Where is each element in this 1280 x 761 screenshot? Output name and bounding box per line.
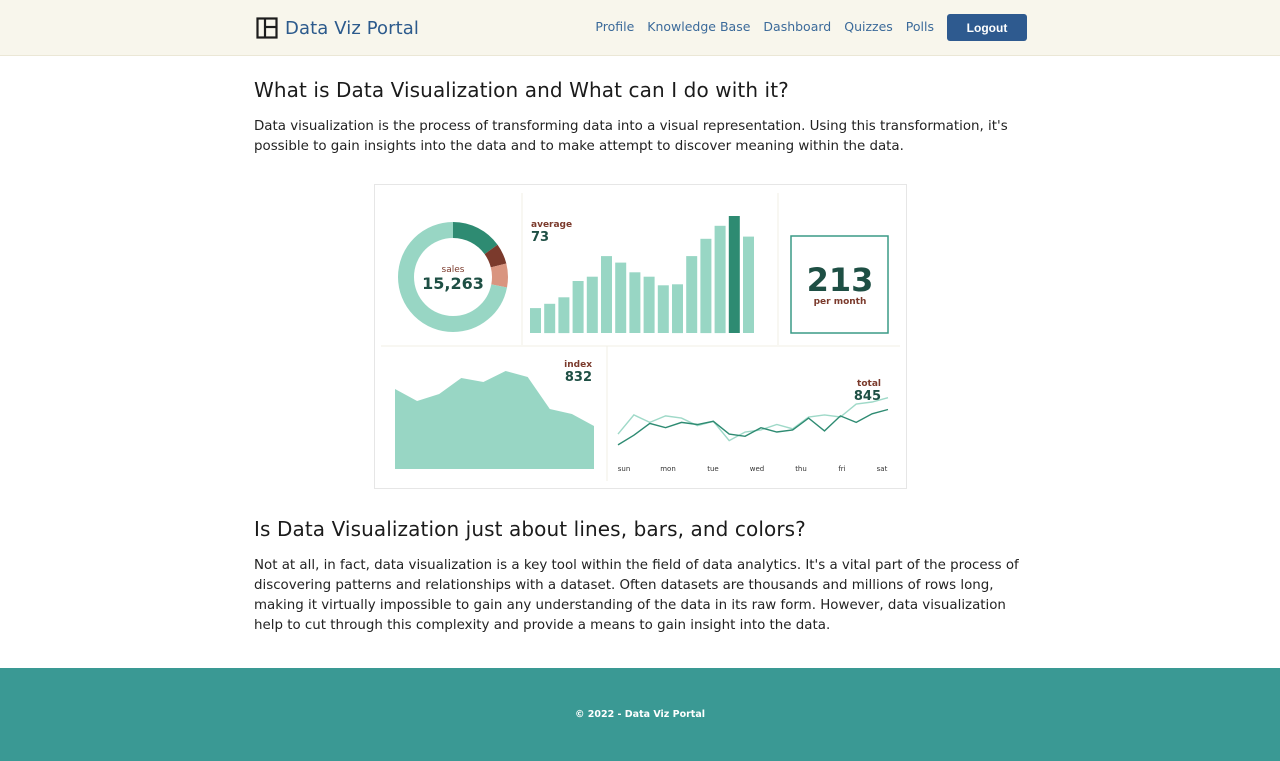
bar (714, 225, 726, 334)
day-label: fri (838, 465, 845, 473)
day-label: thu (795, 465, 807, 473)
footer-copyright: © 2022 - Data Viz Portal (574, 709, 706, 720)
brand-title: Data Viz Portal (285, 17, 420, 39)
bar (558, 297, 570, 334)
area-value: 832 (565, 370, 592, 385)
bar (686, 256, 698, 333)
bar (586, 276, 598, 333)
bar (700, 238, 712, 334)
lines-value: 845 (854, 389, 881, 404)
bar (544, 303, 556, 334)
nav-link-knowledge-base[interactable]: Knowledge Base (647, 19, 750, 34)
bar (728, 216, 740, 333)
section-2-body: Not at all, in fact, data visualization … (254, 558, 1019, 633)
bar (615, 262, 627, 333)
bars-value: 73 (531, 230, 549, 245)
bar (643, 276, 655, 333)
day-label: sat (877, 465, 888, 473)
nav-links: Profile Knowledge Base Dashboard Quizzes… (582, 19, 934, 34)
area-fill (395, 371, 594, 469)
bar (601, 256, 612, 333)
brand-link[interactable]: Data Viz Portal (256, 16, 419, 40)
bar (657, 285, 669, 333)
section-1-heading: What is Data Visualization and What can … (254, 78, 789, 102)
area-chart (395, 371, 594, 469)
dashboard-illustration: sales 15,263 average 73 213 per month in… (374, 184, 907, 489)
nav-link-dashboard[interactable]: Dashboard (763, 19, 831, 34)
footer: © 2022 - Data Viz Portal (0, 668, 1280, 761)
day-label: sun (618, 465, 631, 473)
section-1-body: Data visualization is the process of tra… (254, 119, 1008, 154)
kpi-caption: per month (814, 297, 867, 307)
area-label: index (564, 360, 592, 370)
top-navbar: Data Viz Portal Profile Knowledge Base D… (0, 0, 1280, 56)
day-label: wed (750, 465, 764, 473)
logout-button[interactable]: Logout (947, 14, 1027, 41)
bar (629, 272, 641, 333)
line-chart (617, 397, 889, 446)
layout-grid-icon (256, 17, 278, 39)
kpi-value: 213 (807, 261, 874, 299)
day-label: mon (660, 465, 676, 473)
nav-link-polls[interactable]: Polls (906, 19, 934, 34)
bar (572, 281, 584, 333)
bar (743, 236, 754, 333)
donut-value: 15,263 (422, 274, 484, 293)
bar-chart (530, 216, 754, 334)
nav-link-profile[interactable]: Profile (595, 19, 634, 34)
series-line (617, 408, 889, 446)
bar (530, 308, 541, 333)
dashboard-svg: sales 15,263 average 73 213 per month in… (381, 193, 900, 481)
day-label: tue (707, 465, 719, 473)
bar (672, 284, 683, 334)
bars-label: average (531, 220, 572, 230)
section-2-heading: Is Data Visualization just about lines, … (254, 517, 806, 541)
nav-link-quizzes[interactable]: Quizzes (844, 19, 893, 34)
lines-label: total (857, 379, 881, 389)
